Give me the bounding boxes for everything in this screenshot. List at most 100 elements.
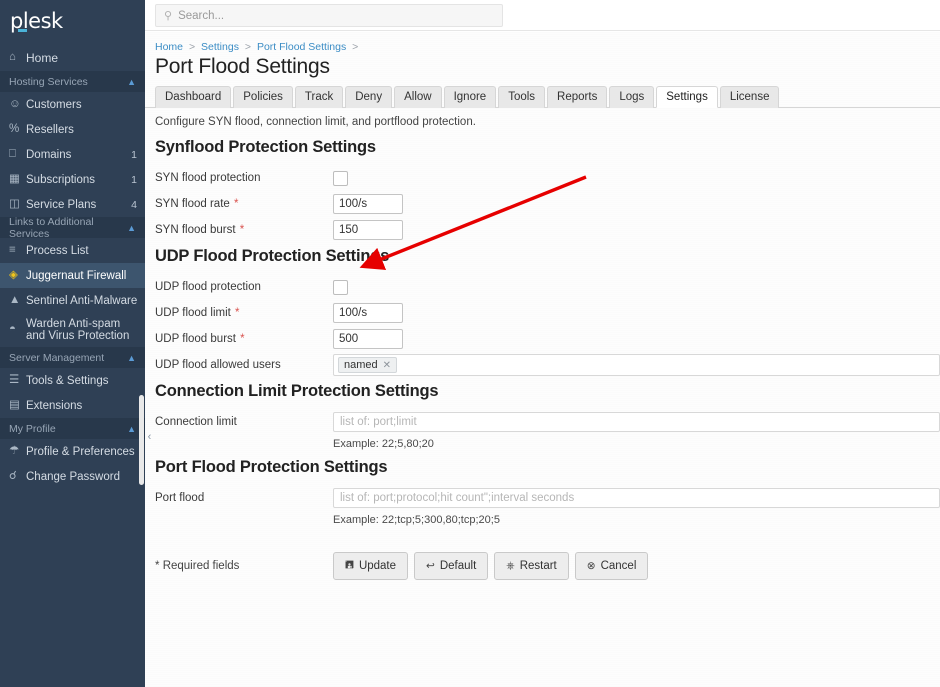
udp-flood-protection-checkbox[interactable] xyxy=(333,279,348,295)
tab-policies[interactable]: Policies xyxy=(233,86,293,108)
tag-item: named ✕ xyxy=(338,357,398,373)
sidebar: plesk ⌂ Home Hosting Services ▲ ☺ Custom… xyxy=(0,0,145,687)
sidebar-item-customers[interactable]: ☺ Customers xyxy=(0,92,145,117)
cancel-button[interactable]: ⊗ Cancel xyxy=(574,552,649,580)
cancel-icon: ⊗ xyxy=(586,560,596,572)
port-flood-input[interactable] xyxy=(333,488,940,508)
tab-settings[interactable]: Settings xyxy=(656,86,718,108)
tab-ignore[interactable]: Ignore xyxy=(443,86,497,108)
sidebar-section-hosting-services[interactable]: Hosting Services ▲ xyxy=(0,71,145,92)
connection-limit-input[interactable] xyxy=(333,412,940,432)
sidebar-section-label: My Profile xyxy=(9,422,56,435)
tab-reports[interactable]: Reports xyxy=(547,86,608,108)
user-icon: ☺ xyxy=(9,97,21,110)
field-row-connection-limit: Connection limit xyxy=(155,409,940,435)
brand-logo[interactable]: plesk xyxy=(0,0,145,44)
sidebar-section-label: Links to Additional Services xyxy=(9,215,94,240)
breadcrumb-item-settings[interactable]: Settings xyxy=(201,41,239,53)
cancel-button-label: Cancel xyxy=(600,560,637,572)
restart-button[interactable]: ⎈ Restart xyxy=(494,552,569,580)
update-button[interactable]: 🖪 Update xyxy=(333,552,409,580)
required-fields-note: * Required fields xyxy=(155,560,333,572)
tab-deny[interactable]: Deny xyxy=(345,86,393,108)
tab-bar: Dashboard Policies Track Deny Allow Igno… xyxy=(145,85,940,108)
sidebar-item-service-plans[interactable]: ◫ Service Plans 4 xyxy=(0,192,145,217)
breadcrumb-separator: > xyxy=(188,41,196,53)
sidebar-section-my-profile[interactable]: My Profile ▲ xyxy=(0,418,145,439)
sidebar-item-badge: 1 xyxy=(131,148,137,161)
field-label: UDP flood burst * xyxy=(155,333,245,345)
chevron-up-icon: ▲ xyxy=(127,423,136,434)
sidebar-item-domains[interactable]: ⎕ Domains 1 xyxy=(0,142,145,167)
sidebar-item-sentinel-anti-malware[interactable]: ▲ Sentinel Anti-Malware xyxy=(0,288,145,313)
udp-flood-burst-input[interactable] xyxy=(333,329,403,349)
sidebar-item-home[interactable]: ⌂ Home xyxy=(0,44,145,71)
tag-remove-close-icon[interactable]: ✕ xyxy=(383,360,391,371)
tab-dashboard[interactable]: Dashboard xyxy=(155,86,232,108)
tab-tools[interactable]: Tools xyxy=(498,86,546,108)
sidebar-item-label: Change Password xyxy=(26,470,120,483)
main-area: ⚲ Home > Settings > Port Flood Settings … xyxy=(145,0,940,687)
shield-icon: ◈ xyxy=(9,268,18,281)
sidebar-item-tools-and-settings[interactable]: ☰ Tools & Settings xyxy=(0,368,145,393)
warning-icon: ▲ xyxy=(9,293,21,306)
sidebar-section-server-management[interactable]: Server Management ▲ xyxy=(0,347,145,368)
puzzle-icon: ▤ xyxy=(9,398,20,411)
required-asterisk: * xyxy=(236,333,245,345)
field-row-udp-flood-protection: UDP flood protection xyxy=(155,274,940,300)
sliders-icon: ☰ xyxy=(9,373,20,386)
search-input[interactable] xyxy=(178,9,494,22)
search-box[interactable]: ⚲ xyxy=(155,4,503,27)
tab-track[interactable]: Track xyxy=(294,86,344,108)
field-label: SYN flood protection xyxy=(155,172,261,184)
breadcrumb-separator: > xyxy=(352,41,359,53)
tab-logs[interactable]: Logs xyxy=(609,86,655,108)
shield-check-icon: ◓ xyxy=(9,323,16,336)
sidebar-item-process-list[interactable]: ≡ Process List xyxy=(0,238,145,263)
tab-license[interactable]: License xyxy=(719,86,780,108)
field-row-syn-flood-protection: SYN flood protection xyxy=(155,165,940,191)
udp-flood-allowed-users-tagbox[interactable]: named ✕ xyxy=(333,354,940,376)
content-area: Home > Settings > Port Flood Settings > … xyxy=(145,32,940,687)
field-label: SYN flood rate * xyxy=(155,198,239,210)
default-button[interactable]: ↩ Default xyxy=(414,552,489,580)
tab-allow[interactable]: Allow xyxy=(394,86,442,108)
sidebar-item-label: Domains xyxy=(26,148,72,161)
sidebar-item-label: Tools & Settings xyxy=(26,374,109,387)
section-title-synflood: Synflood Protection Settings xyxy=(155,138,376,156)
breadcrumb-item-home[interactable]: Home xyxy=(155,41,183,53)
breadcrumb-item-port-flood-settings[interactable]: Port Flood Settings xyxy=(257,41,346,53)
field-row-syn-flood-rate: SYN flood rate * xyxy=(155,191,940,217)
sidebar-section-label: Hosting Services xyxy=(9,75,88,88)
sidebar-item-label: Subscriptions xyxy=(26,173,96,186)
sidebar-item-change-password[interactable]: ☌ Change Password xyxy=(0,464,145,489)
sidebar-section-links-to-additional-services[interactable]: Links to Additional Services ▲ xyxy=(0,215,145,240)
required-fields-text: Required fields xyxy=(162,560,240,572)
action-buttons: 🖪 Update ↩ Default ⎈ Restart ⊗ Cancel xyxy=(333,552,649,580)
chevron-up-icon: ▲ xyxy=(127,76,136,87)
sidebar-collapse-chevron-left-icon[interactable]: ‹ xyxy=(145,428,154,446)
undo-icon: ↩ xyxy=(426,560,435,572)
required-asterisk: * xyxy=(231,307,240,319)
brand-underline xyxy=(18,29,27,32)
sidebar-item-badge: 4 xyxy=(131,198,137,211)
sidebar-item-label: Process List xyxy=(26,244,89,257)
section-title-connection-limit: Connection Limit Protection Settings xyxy=(155,382,439,400)
sidebar-item-subscriptions[interactable]: ▦ Subscriptions 1 xyxy=(0,167,145,192)
connection-limit-example: Example: 22;5,80;20 xyxy=(333,438,434,450)
udp-flood-limit-input[interactable] xyxy=(333,303,403,323)
syn-flood-rate-input[interactable] xyxy=(333,194,403,214)
sidebar-item-extensions[interactable]: ▤ Extensions xyxy=(0,393,145,418)
sidebar-item-juggernaut-firewall[interactable]: ◈ Juggernaut Firewall xyxy=(0,263,145,288)
sidebar-item-profile-preferences[interactable]: ☂ Profile & Preferences xyxy=(0,439,145,464)
list-icon: ≡ xyxy=(9,243,16,256)
save-icon: 🖪 xyxy=(345,559,354,571)
section-title-port-flood: Port Flood Protection Settings xyxy=(155,458,388,476)
sidebar-scrollbar[interactable] xyxy=(139,395,144,485)
sidebar-item-warden-anti-spam[interactable]: ◓ Warden Anti-spam and Virus Protection xyxy=(0,313,145,347)
sidebar-section-label: Server Management xyxy=(9,351,105,364)
sidebar-item-resellers[interactable]: % Resellers xyxy=(0,117,145,142)
chevron-up-icon: ▲ xyxy=(127,222,136,233)
syn-flood-burst-input[interactable] xyxy=(333,220,403,240)
syn-flood-protection-checkbox[interactable] xyxy=(333,170,348,186)
